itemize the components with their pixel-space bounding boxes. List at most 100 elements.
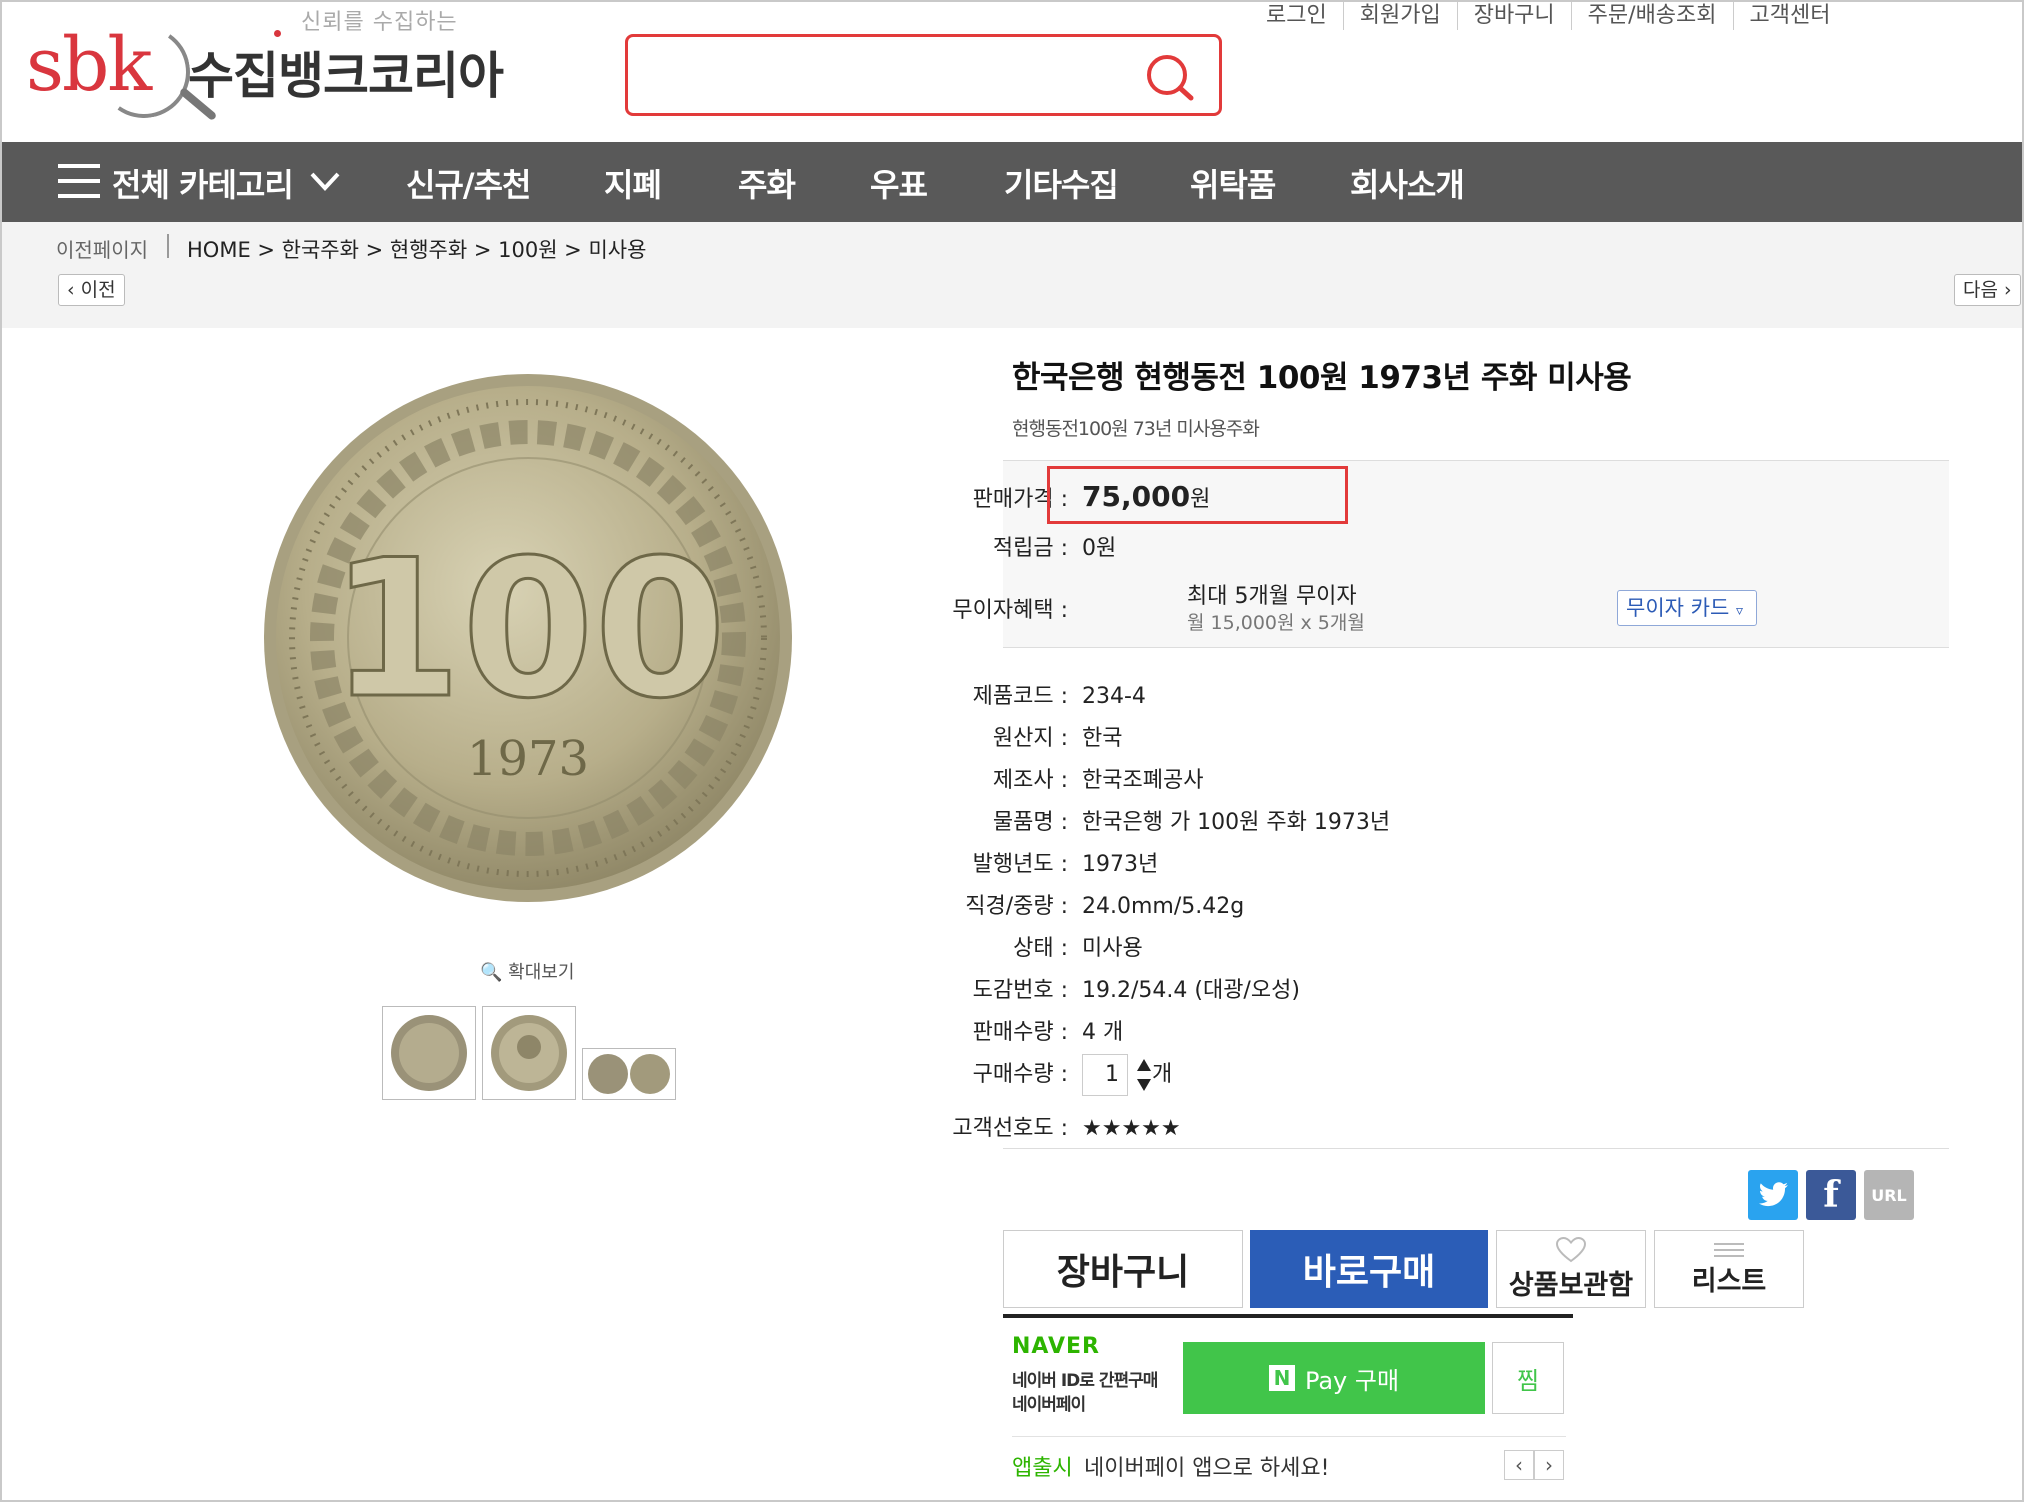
thumbnail-front[interactable]	[382, 1006, 476, 1100]
search-input[interactable]	[640, 49, 1140, 101]
next-button[interactable]: 다음 ›	[1954, 274, 2021, 306]
url-copy-button[interactable]: URL	[1864, 1170, 1914, 1220]
chevron-left-icon[interactable]: ‹	[1504, 1450, 1534, 1480]
chevron-down-icon[interactable]	[308, 164, 342, 198]
points-value: 0원	[1082, 536, 1117, 561]
logo-tagline: 신뢰를 수집하는	[301, 10, 458, 35]
nav-item-banknotes[interactable]: 지폐	[604, 160, 662, 206]
top-links: 로그인 회원가입 장바구니 주문/배송조회 고객센터	[1250, 2, 1847, 30]
price-label: 판매가격 :	[972, 487, 1068, 512]
add-to-cart-label: 장바구니	[1056, 1252, 1190, 1293]
menu-icon[interactable]	[58, 164, 100, 198]
points-row: 적립금 : 0원	[908, 530, 1116, 562]
nav-item-stamps[interactable]: 우표	[870, 160, 928, 206]
breadcrumb[interactable]: HOME > 한국주화 > 현행주화 > 100원 > 미사용	[187, 234, 646, 264]
naver-divider	[1012, 1436, 1566, 1437]
zoom-icon: 🔍	[480, 962, 503, 983]
zoom-label: 확대보기	[508, 962, 575, 983]
quantity-stepper[interactable]	[1136, 1057, 1152, 1093]
add-to-cart-button[interactable]: 장바구니	[1003, 1230, 1243, 1308]
twitter-icon[interactable]	[1748, 1170, 1798, 1220]
preference-label: 고객선호도 :	[952, 1116, 1068, 1141]
spec-row: 상태 : 미사용	[1013, 936, 1143, 961]
cart-link[interactable]: 장바구니	[1456, 2, 1571, 30]
thumbnail-list	[382, 1006, 676, 1100]
nav-item-other[interactable]: 기타수집	[1004, 160, 1119, 206]
zoom-link[interactable]: 🔍 확대보기	[480, 958, 574, 984]
thumbnail-back[interactable]	[482, 1006, 576, 1100]
nav-item-company[interactable]: 회사소개	[1350, 160, 1465, 206]
search-box	[625, 34, 1222, 116]
installment-label: 무이자혜택 :	[952, 598, 1068, 623]
jjim-label: 찜	[1516, 1366, 1540, 1395]
coin-denomination: 100	[330, 519, 727, 740]
naver-text-1: 네이버 ID로 간편구매	[1012, 1371, 1158, 1391]
rating-stars: ★★★★★	[1082, 1116, 1181, 1141]
prev-button-label: 이전	[80, 279, 116, 301]
naver-jjim-button[interactable]: 찜	[1492, 1342, 1564, 1414]
banner-arrows: ‹ ›	[1504, 1450, 1564, 1480]
nav-item-coins[interactable]: 주화	[738, 160, 796, 206]
buy-now-button[interactable]: 바로구매	[1250, 1230, 1488, 1308]
chevron-left-icon: ‹	[67, 279, 75, 301]
chevron-down-icon: ▿	[1735, 603, 1743, 619]
buy-now-label: 바로구매	[1302, 1252, 1436, 1293]
product-title: 한국은행 현행동전 100원 1973년 주화 미사용	[1012, 360, 1632, 396]
list-icon	[1714, 1242, 1744, 1257]
breadcrumb-divider	[167, 234, 169, 258]
naver-pay-label: Pay 구매	[1304, 1366, 1400, 1395]
app-release-label: 앱출시	[1012, 1456, 1073, 1481]
spec-row: 판매수량 :4 개	[972, 1020, 1124, 1045]
points-label: 적립금 :	[992, 536, 1068, 561]
installment-value: 최대 5개월 무이자	[1187, 584, 1357, 609]
spec-row: 물품명 : 한국은행 가 100원 주화 1973년	[992, 810, 1391, 835]
heart-icon	[1556, 1236, 1586, 1262]
thumbnail-both[interactable]	[582, 1048, 676, 1100]
site-logo[interactable]: 신뢰를 수집하는 sbk 수집뱅크코리아	[26, 0, 506, 140]
facebook-icon[interactable]: f	[1806, 1170, 1856, 1220]
coin-thumbnail-icon	[391, 1015, 467, 1091]
naver-logo: NAVER	[1012, 1334, 1100, 1359]
login-link[interactable]: 로그인	[1250, 2, 1343, 30]
search-icon[interactable]	[1143, 51, 1197, 105]
naver-pay-button[interactable]: N Pay 구매	[1183, 1342, 1485, 1414]
quantity-input[interactable]: 1	[1082, 1054, 1128, 1096]
wishlist-button[interactable]: 상품보관함	[1496, 1230, 1646, 1308]
nav-item-new[interactable]: 신규/추천	[406, 160, 531, 206]
coin-thumbnail-icon	[491, 1015, 567, 1091]
chevron-right-icon[interactable]: ›	[1534, 1450, 1564, 1480]
card-button-label: 무이자 카드	[1626, 596, 1730, 620]
divider	[1003, 1148, 1949, 1149]
nav-item-consignment[interactable]: 위탁품	[1190, 160, 1276, 206]
naver-text-2: 네이버페이	[1012, 1395, 1086, 1415]
preference-row: 고객선호도 : ★★★★★	[908, 1110, 1181, 1142]
spec-row: 제품코드 :234-4	[972, 684, 1146, 709]
brand-name: 수집뱅크코리아	[188, 47, 504, 105]
coin-thumbnail-icon	[588, 1054, 670, 1094]
breadcrumb-bar: 이전페이지 HOME > 한국주화 > 현행주화 > 100원 > 미사용 ‹ …	[2, 222, 2022, 328]
quantity-unit: 개	[1152, 1062, 1173, 1087]
wishlist-label: 상품보관함	[1508, 1269, 1634, 1301]
order-tracking-link[interactable]: 주문/배송조회	[1570, 2, 1733, 30]
app-release-message: 네이버페이 앱으로 하세요!	[1084, 1456, 1330, 1481]
coin-year: 1973	[467, 731, 589, 787]
product-subtitle: 현행동전100원 73년 미사용주화	[1012, 418, 1260, 440]
next-button-label: 다음	[1963, 279, 1998, 301]
main-nav: 전체 카테고리 신규/추천 지폐 주화 우표 기타수집 위탁품 회사소개	[2, 142, 2022, 222]
nav-all-category[interactable]: 전체 카테고리	[112, 160, 294, 206]
installment-detail: 월 15,000원 x 5개월	[1187, 612, 1365, 634]
product-image[interactable]: 100 1973	[260, 370, 796, 906]
prev-button[interactable]: ‹ 이전	[58, 274, 125, 306]
spec-row: 직경/중량 :24.0mm/5.42g	[965, 894, 1245, 919]
list-label: 리스트	[1691, 1265, 1767, 1297]
signup-link[interactable]: 회원가입	[1342, 2, 1457, 30]
cta-divider	[1003, 1314, 1573, 1318]
prev-page-link[interactable]: 이전페이지	[56, 234, 148, 263]
installment-row: 무이자혜택 :	[908, 592, 1068, 624]
list-button[interactable]: 리스트	[1654, 1230, 1804, 1308]
interest-free-card-button[interactable]: 무이자 카드 ▿	[1617, 590, 1757, 626]
customer-center-link[interactable]: 고객센터	[1732, 2, 1847, 30]
quantity-label: 구매수량 :	[972, 1062, 1068, 1087]
spec-row: 원산지 : 한국	[992, 726, 1123, 751]
spec-row: 발행년도 :1973년	[972, 852, 1159, 877]
